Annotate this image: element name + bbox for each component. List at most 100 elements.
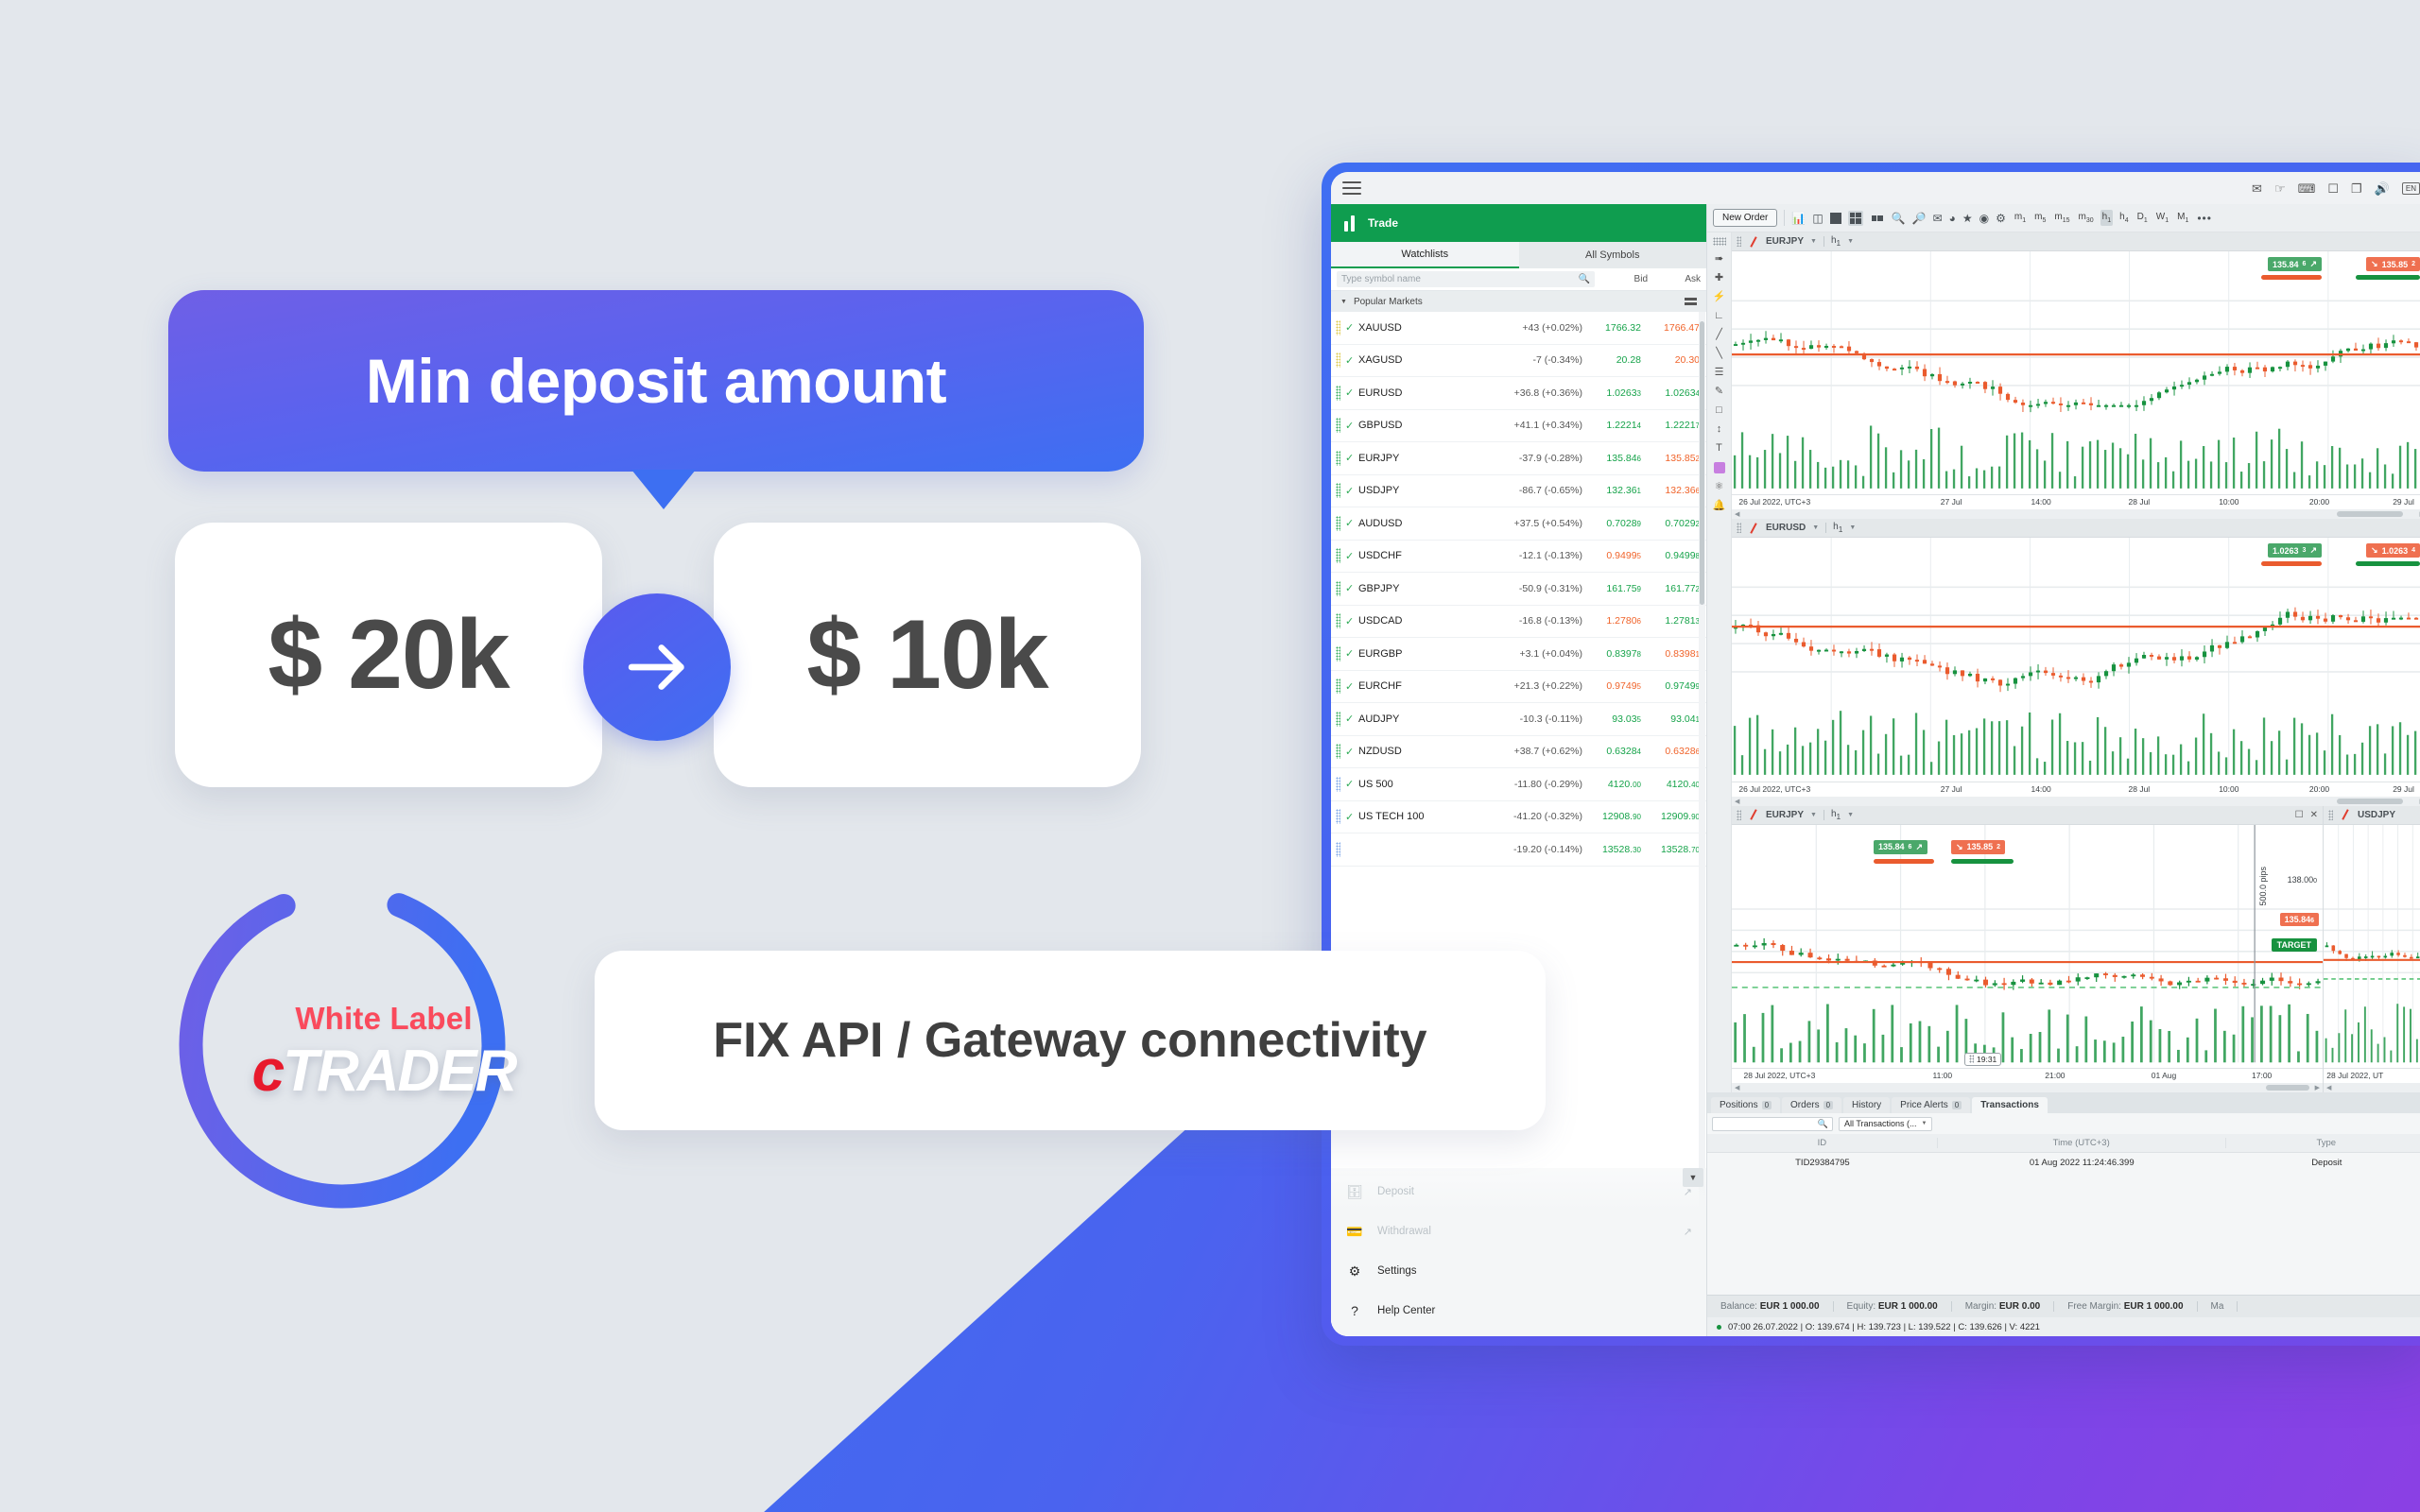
table-column-header[interactable]: Type xyxy=(2226,1138,2420,1148)
row-bid[interactable]: 12908.90 xyxy=(1582,811,1641,822)
settings-chart-icon[interactable]: ⚙ xyxy=(1996,213,2006,224)
row-ask[interactable]: 1.02634 xyxy=(1641,387,1700,399)
row-bid[interactable]: 1.27806 xyxy=(1582,615,1641,627)
watchlist-row[interactable]: ✓ EURGBP +3.1 (+0.04%) 0.83978 0.83981 xyxy=(1331,638,1706,671)
chart-2-buy-tag[interactable]: 1.0263 3 ↗ xyxy=(2268,543,2322,558)
hamburger-icon[interactable] xyxy=(1342,181,1361,195)
row-ask[interactable]: 161.772 xyxy=(1641,583,1700,594)
row-ask[interactable]: 0.63286 xyxy=(1641,746,1700,757)
row-check-icon[interactable]: ✓ xyxy=(1345,550,1358,562)
row-check-icon[interactable]: ✓ xyxy=(1345,811,1358,823)
table-column-header[interactable]: Time (UTC+3) xyxy=(1938,1138,2226,1148)
chart-1-scrollbar[interactable]: ◀▶ xyxy=(1732,509,2420,520)
drag-handle-icon[interactable] xyxy=(1737,236,1741,247)
drag-handle-icon[interactable] xyxy=(1712,237,1726,246)
zoom-in-icon[interactable]: 🔍 xyxy=(1892,213,1906,224)
row-check-icon[interactable]: ✓ xyxy=(1345,420,1358,432)
watchlist-row[interactable]: ✓ EURCHF +21.3 (+0.22%) 0.97495 0.97499 xyxy=(1331,671,1706,703)
row-ask[interactable]: 0.97499 xyxy=(1641,680,1700,692)
row-bid[interactable]: 0.63284 xyxy=(1582,746,1641,757)
copy-icon[interactable]: ❐ xyxy=(2351,182,2362,195)
lightning-tool-icon[interactable]: ⚡ xyxy=(1713,292,1726,302)
chart-1-symbol[interactable]: EURJPY xyxy=(1766,236,1804,247)
grid-4-layout-icon[interactable] xyxy=(1847,210,1863,226)
chart-3-timeframe[interactable]: h1 xyxy=(1831,809,1841,821)
row-bid[interactable]: 13528.30 xyxy=(1582,844,1641,855)
chart-4-symbol[interactable]: USDJPY xyxy=(2358,810,2395,820)
row-drag-handle[interactable] xyxy=(1336,679,1340,695)
dock-tab-price-alerts[interactable]: Price Alerts 0 xyxy=(1892,1097,1971,1113)
row-bid[interactable]: 0.97495 xyxy=(1582,680,1641,692)
symbol-search-input[interactable]: Type symbol name 🔍 xyxy=(1337,271,1595,287)
maximize-icon[interactable]: ☐ xyxy=(2295,810,2304,820)
row-check-icon[interactable]: ✓ xyxy=(1345,485,1358,497)
dock-tab-positions[interactable]: Positions 0 xyxy=(1711,1097,1781,1113)
row-bid[interactable]: 0.70289 xyxy=(1582,518,1641,529)
search-icon[interactable]: 🔍 xyxy=(1818,1119,1828,1129)
chart-1-canvas[interactable]: 135.84 6 ↗ ↘ 135.85 2 xyxy=(1732,251,2420,495)
row-drag-handle[interactable] xyxy=(1336,776,1340,792)
magnet-tool-icon[interactable]: ⚛ xyxy=(1715,482,1724,492)
row-check-icon[interactable]: ✓ xyxy=(1345,354,1358,367)
row-bid[interactable]: 1.22214 xyxy=(1582,420,1641,431)
row-ask[interactable]: 1766.47 xyxy=(1641,322,1700,334)
zoom-out-icon[interactable]: 🔎 xyxy=(1912,213,1927,224)
row-ask[interactable]: 1.22217 xyxy=(1641,420,1700,431)
row-check-icon[interactable]: ✓ xyxy=(1345,746,1358,758)
sidebar-item-deposit[interactable]: 🗄 Deposit ↗ xyxy=(1331,1172,1706,1211)
chart-4-scrollbar[interactable]: ◀ xyxy=(2324,1082,2420,1092)
chart-3-sell-tag[interactable]: ↘ 135.85 2 xyxy=(1951,839,2005,854)
chart-3-time-cursor[interactable]: 19:31 xyxy=(1964,1052,2002,1066)
chevron-down-icon[interactable]: ▼ xyxy=(1849,524,1856,531)
row-ask[interactable]: 132.366 xyxy=(1641,485,1700,496)
chevron-down-icon[interactable]: ▼ xyxy=(1810,238,1817,245)
watchlist-row[interactable]: ✓ XAUUSD +43 (+0.02%) 1766.32 1766.47 xyxy=(1331,312,1706,345)
chart-1-buy-tag[interactable]: 135.84 6 ↗ xyxy=(2268,257,2322,271)
eye-icon[interactable]: ◉ xyxy=(1979,213,1989,224)
row-bid[interactable]: 93.035 xyxy=(1582,713,1641,725)
row-check-icon[interactable]: ✓ xyxy=(1345,680,1358,693)
watchlist-rows[interactable]: ✓ XAUUSD +43 (+0.02%) 1766.32 1766.47 ✓ XAGUSD… xyxy=(1331,312,1706,1336)
chart-2-symbol[interactable]: EURUSD xyxy=(1766,523,1806,533)
fibonacci-tool-icon[interactable]: ☰ xyxy=(1715,368,1724,378)
row-ask[interactable]: 1.27813 xyxy=(1641,615,1700,627)
pen-icon[interactable] xyxy=(1748,523,1759,534)
watchlist-row[interactable]: ✓ US TECH 100 -41.20 (-0.32%) 12908.90 12909… xyxy=(1331,801,1706,833)
sidebar-item-settings[interactable]: ⚙ Settings xyxy=(1331,1251,1706,1291)
grid-2-layout-icon[interactable] xyxy=(1870,214,1885,223)
pen-icon[interactable] xyxy=(1748,236,1759,248)
shape-tool-icon[interactable]: □ xyxy=(1716,405,1722,416)
chevron-down-icon[interactable]: ▼ xyxy=(1812,524,1819,531)
row-check-icon[interactable]: ✓ xyxy=(1345,452,1358,464)
row-drag-handle[interactable] xyxy=(1336,352,1340,369)
drag-handle-icon[interactable] xyxy=(1737,809,1741,820)
external-link-icon[interactable]: ↗ xyxy=(1684,1226,1692,1238)
watchlist-group-header[interactable]: ▼ Popular Markets xyxy=(1331,291,1706,312)
watchlist-row[interactable]: ✓ AUDUSD +37.5 (+0.54%) 0.70289 0.70292 xyxy=(1331,507,1706,541)
watchlist-row[interactable]: ✓ EURUSD +36.8 (+0.36%) 1.02633 1.02634 xyxy=(1331,377,1706,410)
row-check-icon[interactable]: ✓ xyxy=(1345,615,1358,627)
row-drag-handle[interactable] xyxy=(1336,744,1340,760)
row-check-icon[interactable]: ✓ xyxy=(1345,713,1358,725)
trendline-tool-icon[interactable]: ╱ xyxy=(1716,330,1722,340)
row-check-icon[interactable]: ✓ xyxy=(1345,387,1358,399)
row-drag-handle[interactable] xyxy=(1336,418,1340,434)
speaker-icon[interactable]: 🔊 xyxy=(2375,182,2390,195)
pen-icon[interactable] xyxy=(1748,809,1759,820)
transactions-filter-select[interactable]: All Transactions (... ▼ xyxy=(1839,1116,1933,1131)
sidebar-item-help-center[interactable]: ? Help Center xyxy=(1331,1291,1706,1331)
row-bid[interactable]: 20.28 xyxy=(1582,354,1641,366)
pencil-tool-icon[interactable]: ✎ xyxy=(1715,387,1723,397)
row-drag-handle[interactable] xyxy=(1336,841,1340,857)
channel-tool-icon[interactable]: ╲ xyxy=(1716,349,1722,359)
chart-4-canvas[interactable] xyxy=(2324,824,2420,1068)
drag-handle-icon[interactable] xyxy=(2328,809,2333,820)
watchlist-row[interactable]: ✓ AUDJPY -10.3 (-0.11%) 93.035 93.041 xyxy=(1331,703,1706,736)
layers-icon[interactable]: ★ xyxy=(1962,213,1973,224)
alert-bell-icon[interactable]: 🔔 xyxy=(1713,501,1726,511)
row-ask[interactable]: 93.041 xyxy=(1641,713,1700,725)
angle-tool-icon[interactable]: ∟ xyxy=(1714,311,1724,321)
dock-tab-history[interactable]: History xyxy=(1843,1097,1891,1113)
row-drag-handle[interactable] xyxy=(1336,385,1340,401)
chevron-down-icon[interactable]: ▼ xyxy=(1810,812,1817,818)
